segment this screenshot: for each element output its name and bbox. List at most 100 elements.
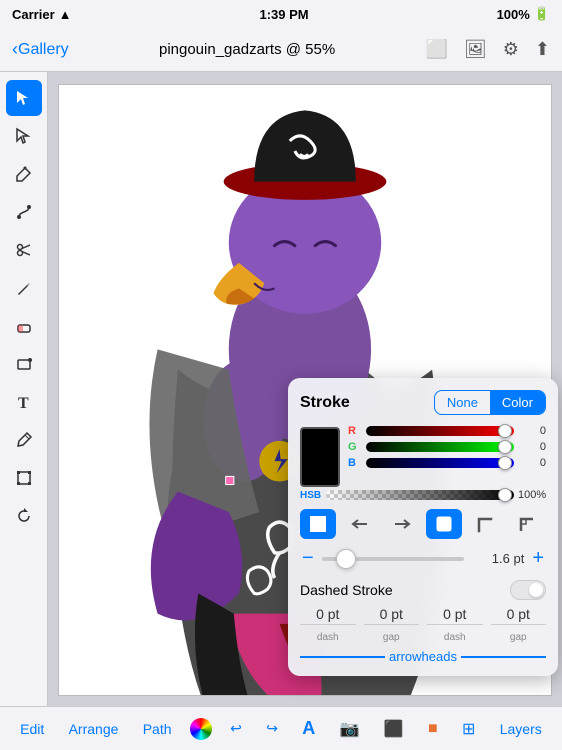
toolbar-actions: ⬜ 🖼 ⚙ ⬆ <box>425 39 550 60</box>
arrange-button[interactable]: Arrange <box>63 721 125 737</box>
tool-pen[interactable] <box>6 156 42 192</box>
left-toolbar: T <box>0 72 48 706</box>
red-value: 0 <box>518 425 546 437</box>
dash-field-3[interactable]: 0 pt dash <box>427 606 483 645</box>
join-round-btn[interactable] <box>300 509 336 539</box>
cap-butt-btn[interactable] <box>426 509 462 539</box>
green-slider-row: G 0 <box>348 441 546 453</box>
dashed-stroke-header: Dashed Stroke <box>300 580 546 600</box>
tool-node[interactable] <box>6 194 42 230</box>
gallery-back[interactable]: ‹ Gallery <box>12 39 69 60</box>
dashed-stroke-toggle[interactable] <box>510 580 546 600</box>
svg-text:T: T <box>18 395 29 411</box>
gallery-button[interactable]: Gallery <box>18 41 69 59</box>
wifi-icon: ▲ <box>59 7 72 22</box>
frame-icon[interactable]: ⬜ <box>425 39 447 60</box>
tool-direct-select[interactable] <box>6 118 42 154</box>
dash-label-3: dash <box>444 632 466 643</box>
tab-none[interactable]: None <box>435 391 490 414</box>
fill-swatch-button[interactable]: ■ <box>422 720 444 738</box>
dash-value-4: 0 pt <box>491 606 547 625</box>
undo-button[interactable]: ↩ <box>224 720 248 737</box>
stroke-panel: Stroke None Color R 0 <box>288 378 558 676</box>
red-slider-row: R 0 <box>348 425 546 437</box>
battery-icon: 🔋 <box>534 6 550 22</box>
dash-fields: 0 pt dash 0 pt gap 0 pt dash 0 pt gap <box>300 606 546 645</box>
image-icon[interactable]: 🖼 <box>464 39 487 60</box>
red-thumb[interactable] <box>498 424 512 438</box>
green-slider[interactable] <box>366 442 514 452</box>
shape-button[interactable]: ⬛ <box>378 719 410 739</box>
arrow-line-right <box>461 656 546 658</box>
dash-field-4[interactable]: 0 pt gap <box>491 606 547 645</box>
tool-eyedropper[interactable] <box>6 422 42 458</box>
panel-title: Stroke <box>300 394 350 412</box>
alpha-slider[interactable] <box>326 490 514 500</box>
dash-label-4: gap <box>510 632 527 643</box>
tool-rect[interactable] <box>6 346 42 382</box>
stroke-width-value: 1.6 pt <box>492 551 525 566</box>
stroke-width-row: − − 1.6 pt + <box>300 547 546 570</box>
camera-button[interactable]: 📷 <box>334 719 366 739</box>
dash-value-2: 0 pt <box>364 606 420 625</box>
stroke-width-decrease[interactable]: − <box>300 547 316 570</box>
stroke-width-thumb[interactable] <box>336 549 356 569</box>
alpha-thumb[interactable] <box>498 488 512 502</box>
bottom-toolbar: Edit Arrange Path ↩ ↪ A 📷 ⬛ ■ ⊞ Layers <box>0 706 562 750</box>
color-section: R 0 G 0 <box>300 425 546 487</box>
alpha-value: 100% <box>518 489 546 501</box>
tool-scissors[interactable] <box>6 232 42 268</box>
green-thumb[interactable] <box>498 440 512 454</box>
tool-eraser[interactable] <box>6 308 42 344</box>
arrow-line-left <box>300 656 385 658</box>
dash-field-1[interactable]: 0 pt dash <box>300 606 356 645</box>
hsb-row: HSB 100% <box>300 489 546 501</box>
red-slider[interactable] <box>366 426 514 436</box>
tool-rotate[interactable] <box>6 498 42 534</box>
settings-icon[interactable]: ⚙ <box>503 39 519 60</box>
stroke-width-increase[interactable]: + <box>530 547 546 570</box>
cap-round-btn[interactable] <box>468 509 504 539</box>
dash-value-3: 0 pt <box>427 606 483 625</box>
tool-text[interactable]: T <box>6 384 42 420</box>
grid-button[interactable]: ⊞ <box>456 719 481 739</box>
stroke-width-slider[interactable] <box>322 557 464 561</box>
arrowheads-row: arrowheads <box>300 649 546 664</box>
arrow-right-btn[interactable] <box>384 509 420 539</box>
toggle-dot <box>529 583 543 597</box>
document-title: pingouin_gadzarts @ 55% <box>159 41 335 58</box>
stroke-tab-control[interactable]: None Color <box>434 390 546 415</box>
main-area: T <box>0 72 562 706</box>
tool-pencil[interactable] <box>6 270 42 306</box>
edit-button[interactable]: Edit <box>14 721 50 737</box>
dash-label-2: gap <box>383 632 400 643</box>
color-preview[interactable] <box>300 427 340 487</box>
canvas-area[interactable]: Stroke None Color R 0 <box>48 72 562 706</box>
tool-transform[interactable] <box>6 460 42 496</box>
blue-value: 0 <box>518 457 546 469</box>
cap-square-btn[interactable] <box>510 509 546 539</box>
redo-button[interactable]: ↪ <box>260 720 284 737</box>
arrowheads-label[interactable]: arrowheads <box>389 649 457 664</box>
dash-field-2[interactable]: 0 pt gap <box>364 606 420 645</box>
color-picker-button[interactable] <box>190 718 212 740</box>
blue-thumb[interactable] <box>498 456 512 470</box>
panel-header: Stroke None Color <box>300 390 546 415</box>
text-style-button[interactable]: A <box>296 718 321 739</box>
blue-slider-row: B 0 <box>348 457 546 469</box>
battery-label: 100% <box>497 7 530 22</box>
rgb-sliders: R 0 G 0 <box>348 425 546 473</box>
dash-label-1: dash <box>317 632 339 643</box>
path-button[interactable]: Path <box>137 721 178 737</box>
blue-slider[interactable] <box>366 458 514 468</box>
tab-color[interactable]: Color <box>490 391 545 414</box>
arrow-left-btn[interactable] <box>342 509 378 539</box>
tool-select[interactable] <box>6 80 42 116</box>
status-time: 1:39 PM <box>259 7 308 22</box>
carrier-label: Carrier <box>12 7 55 22</box>
layers-button[interactable]: Layers <box>494 721 548 737</box>
status-bar: Carrier ▲ 1:39 PM 100% 🔋 <box>0 0 562 28</box>
share-icon[interactable]: ⬆ <box>535 39 550 60</box>
hsb-label: HSB <box>300 490 322 501</box>
join-cap-icons <box>300 509 546 539</box>
